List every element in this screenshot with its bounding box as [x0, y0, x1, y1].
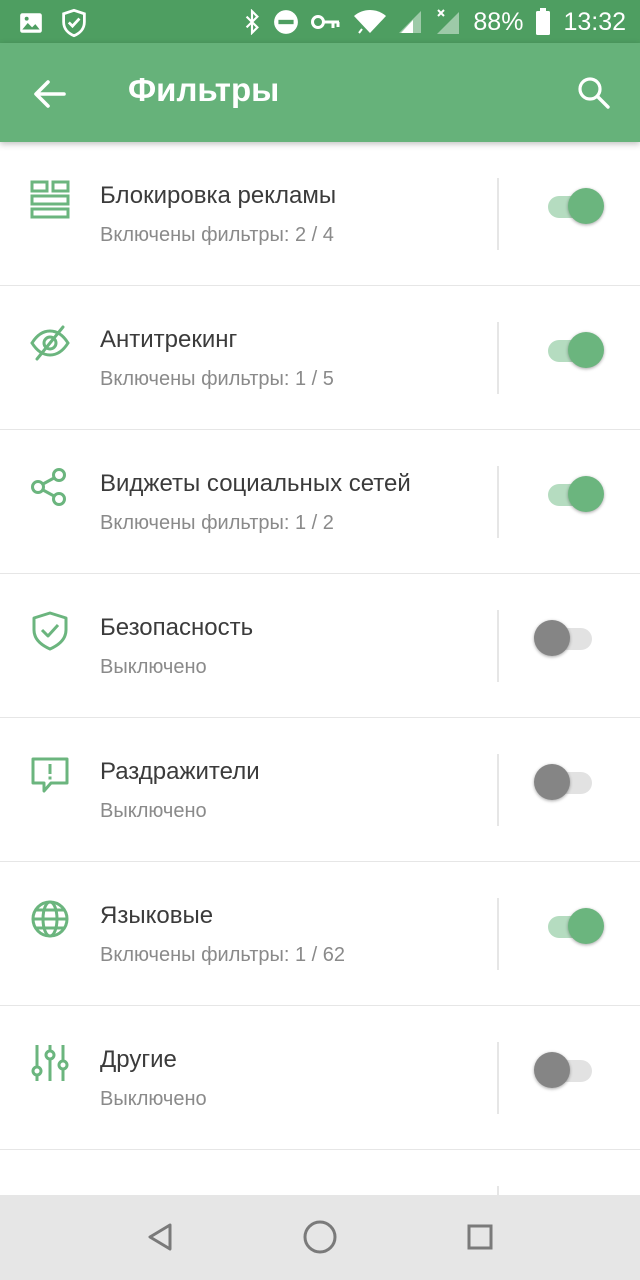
filter-title: Виджеты социальных сетей [100, 470, 411, 497]
filter-status: Включены фильтры: 2 / 4 [100, 224, 334, 246]
home-circle-icon [303, 1220, 337, 1254]
toggle-thumb [568, 476, 604, 512]
recents-square-icon [467, 1224, 493, 1250]
bluetooth-icon [243, 9, 261, 35]
battery-percent: 88% [473, 7, 524, 36]
toggle-thumb [534, 620, 570, 656]
filter-title: Другие [100, 1046, 177, 1073]
filter-status: Включены фильтры: 1 / 2 [100, 512, 334, 534]
filter-row-language[interactable]: Языковые Включены фильтры: 1 / 62 [0, 862, 640, 1006]
back-button[interactable] [28, 72, 72, 116]
other-toggle[interactable] [534, 1049, 594, 1093]
eye-off-icon [29, 322, 71, 364]
partial-row-icon [29, 1186, 71, 1195]
toggle-thumb [568, 332, 604, 368]
filter-title: Раздражители [100, 758, 260, 785]
share-icon [29, 466, 71, 508]
shield-check-icon [29, 610, 71, 652]
filter-row-ad-blocking[interactable]: Блокировка рекламы Включены фильтры: 2 /… [0, 142, 640, 286]
divider [497, 322, 499, 394]
toggle-thumb [568, 908, 604, 944]
ad-block-icon [29, 178, 71, 220]
social-widgets-toggle[interactable] [534, 473, 604, 517]
filter-status: Выключено [100, 800, 207, 822]
toggle-thumb [534, 1052, 570, 1088]
system-nav-bar [0, 1195, 640, 1280]
filter-status: Выключено [100, 1088, 207, 1110]
nav-home-button[interactable] [300, 1217, 340, 1257]
filter-title: Языковые [100, 902, 214, 929]
ad-blocking-toggle[interactable] [534, 185, 604, 229]
arrow-left-icon [34, 80, 66, 108]
annoyances-toggle[interactable] [534, 761, 594, 805]
security-toggle[interactable] [534, 617, 594, 661]
globe-icon [29, 898, 71, 940]
nav-back-button[interactable] [140, 1217, 180, 1257]
filter-status: Выключено [100, 656, 207, 678]
antitracking-toggle[interactable] [534, 329, 604, 373]
back-triangle-icon [148, 1223, 172, 1251]
image-icon [18, 10, 44, 36]
shield-check-icon [60, 8, 88, 38]
app-bar: Фильтры [0, 43, 640, 142]
signal-x-icon [435, 8, 461, 36]
status-bar: 88% 13:32 [0, 0, 640, 43]
nav-recents-button[interactable] [460, 1217, 500, 1257]
divider [497, 466, 499, 538]
filter-title: Блокировка рекламы [100, 182, 337, 209]
filter-row-antitracking[interactable]: Антитрекинг Включены фильтры: 1 / 5 [0, 286, 640, 430]
toggle-thumb [568, 188, 604, 224]
filter-title: Антитрекинг [100, 326, 238, 353]
wifi-icon [353, 9, 387, 35]
do-not-disturb-icon [273, 9, 299, 35]
clock: 13:32 [563, 7, 626, 36]
filter-row-social-widgets[interactable]: Виджеты социальных сетей Включены фильтр… [0, 430, 640, 574]
language-toggle[interactable] [534, 905, 604, 949]
search-button[interactable] [574, 73, 614, 113]
filter-list: Блокировка рекламы Включены фильтры: 2 /… [0, 142, 640, 1195]
divider [497, 898, 499, 970]
filter-status: Включены фильтры: 1 / 5 [100, 368, 334, 390]
divider [497, 178, 499, 250]
filter-row-other[interactable]: Другие Выключено [0, 1006, 640, 1150]
battery-icon [535, 8, 551, 36]
filter-status: Включены фильтры: 1 / 62 [100, 944, 346, 966]
alert-message-icon [29, 754, 71, 796]
divider [497, 1186, 499, 1195]
vpn-key-icon [311, 12, 341, 32]
divider [497, 754, 499, 826]
toggle-thumb [534, 764, 570, 800]
filter-row-partial[interactable] [0, 1150, 640, 1195]
page-title: Фильтры [128, 71, 280, 108]
signal-icon [399, 9, 423, 35]
sliders-icon [29, 1042, 71, 1084]
filter-row-annoyances[interactable]: Раздражители Выключено [0, 718, 640, 862]
filter-row-security[interactable]: Безопасность Выключено [0, 574, 640, 718]
divider [497, 610, 499, 682]
search-icon [578, 77, 610, 109]
filter-title: Безопасность [100, 614, 254, 641]
divider [497, 1042, 499, 1114]
